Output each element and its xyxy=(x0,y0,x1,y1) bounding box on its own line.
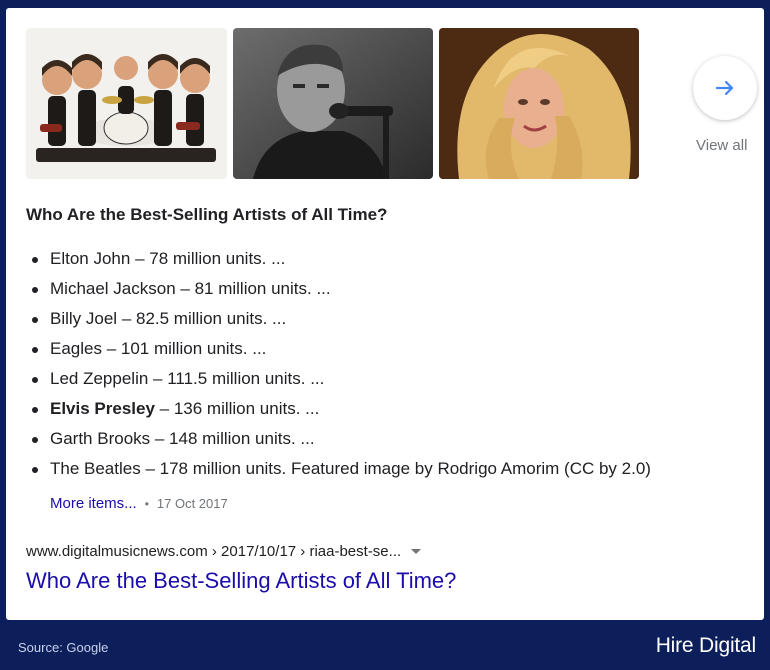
image-thumbnail-portrait[interactable] xyxy=(439,28,639,179)
singer-microphone-image xyxy=(233,28,433,179)
footer-source: Source: Google xyxy=(18,640,109,655)
list-item: The Beatles – 178 million units. Feature… xyxy=(26,454,651,484)
snippet-date: 17 Oct 2017 xyxy=(156,496,228,511)
bullet-separator: • xyxy=(144,496,149,511)
view-all-button[interactable] xyxy=(693,56,757,120)
list-item: Garth Brooks – 148 million units. ... xyxy=(26,424,651,454)
arrow-right-icon xyxy=(715,80,734,96)
caret-down-icon[interactable] xyxy=(411,549,422,554)
artist-name: Elton John xyxy=(50,249,131,268)
list-item: Led Zeppelin – 111.5 million units. ... xyxy=(26,364,651,394)
list-item: Billy Joel – 82.5 million units. ... xyxy=(26,304,651,334)
image-thumbnail-singer[interactable] xyxy=(233,28,433,179)
artist-name: Garth Brooks xyxy=(50,429,151,448)
list-item: Elton John – 78 million units. ... xyxy=(26,244,651,274)
result-url-breadcrumb[interactable]: www.digitalmusicnews.com › 2017/10/17 › … xyxy=(26,543,422,560)
artist-name: Led Zeppelin xyxy=(50,369,149,388)
more-items-row: More items... • 17 Oct 2017 xyxy=(50,495,228,512)
image-thumbnail-beatles[interactable] xyxy=(26,28,227,179)
woman-portrait-image xyxy=(439,28,639,179)
artist-name: Michael Jackson xyxy=(50,279,176,298)
list-item: Eagles – 101 million units. ... xyxy=(26,334,651,364)
footer-brand-logo: Hire Digital xyxy=(655,634,756,657)
band-figurines-image xyxy=(26,28,227,179)
best-selling-artists-list: Elton John – 78 million units. ... Micha… xyxy=(26,244,651,484)
artist-name: Eagles xyxy=(50,339,102,358)
artist-name-highlighted: Elvis Presley xyxy=(50,399,155,418)
more-items-link[interactable]: More items... xyxy=(50,495,137,512)
list-item: Michael Jackson – 81 million units. ... xyxy=(26,274,651,304)
result-title-link[interactable]: Who Are the Best-Selling Artists of All … xyxy=(26,568,456,594)
search-result-card: View all Who Are the Best-Selling Artist… xyxy=(6,8,764,620)
artist-name: The Beatles xyxy=(50,459,141,478)
view-all-label[interactable]: View all xyxy=(696,137,747,154)
artist-name: Billy Joel xyxy=(50,309,118,328)
result-url[interactable]: www.digitalmusicnews.com › 2017/10/17 › … xyxy=(26,543,401,560)
list-item: Elvis Presley – 136 million units. ... xyxy=(26,394,651,424)
snippet-heading: Who Are the Best-Selling Artists of All … xyxy=(26,205,388,224)
